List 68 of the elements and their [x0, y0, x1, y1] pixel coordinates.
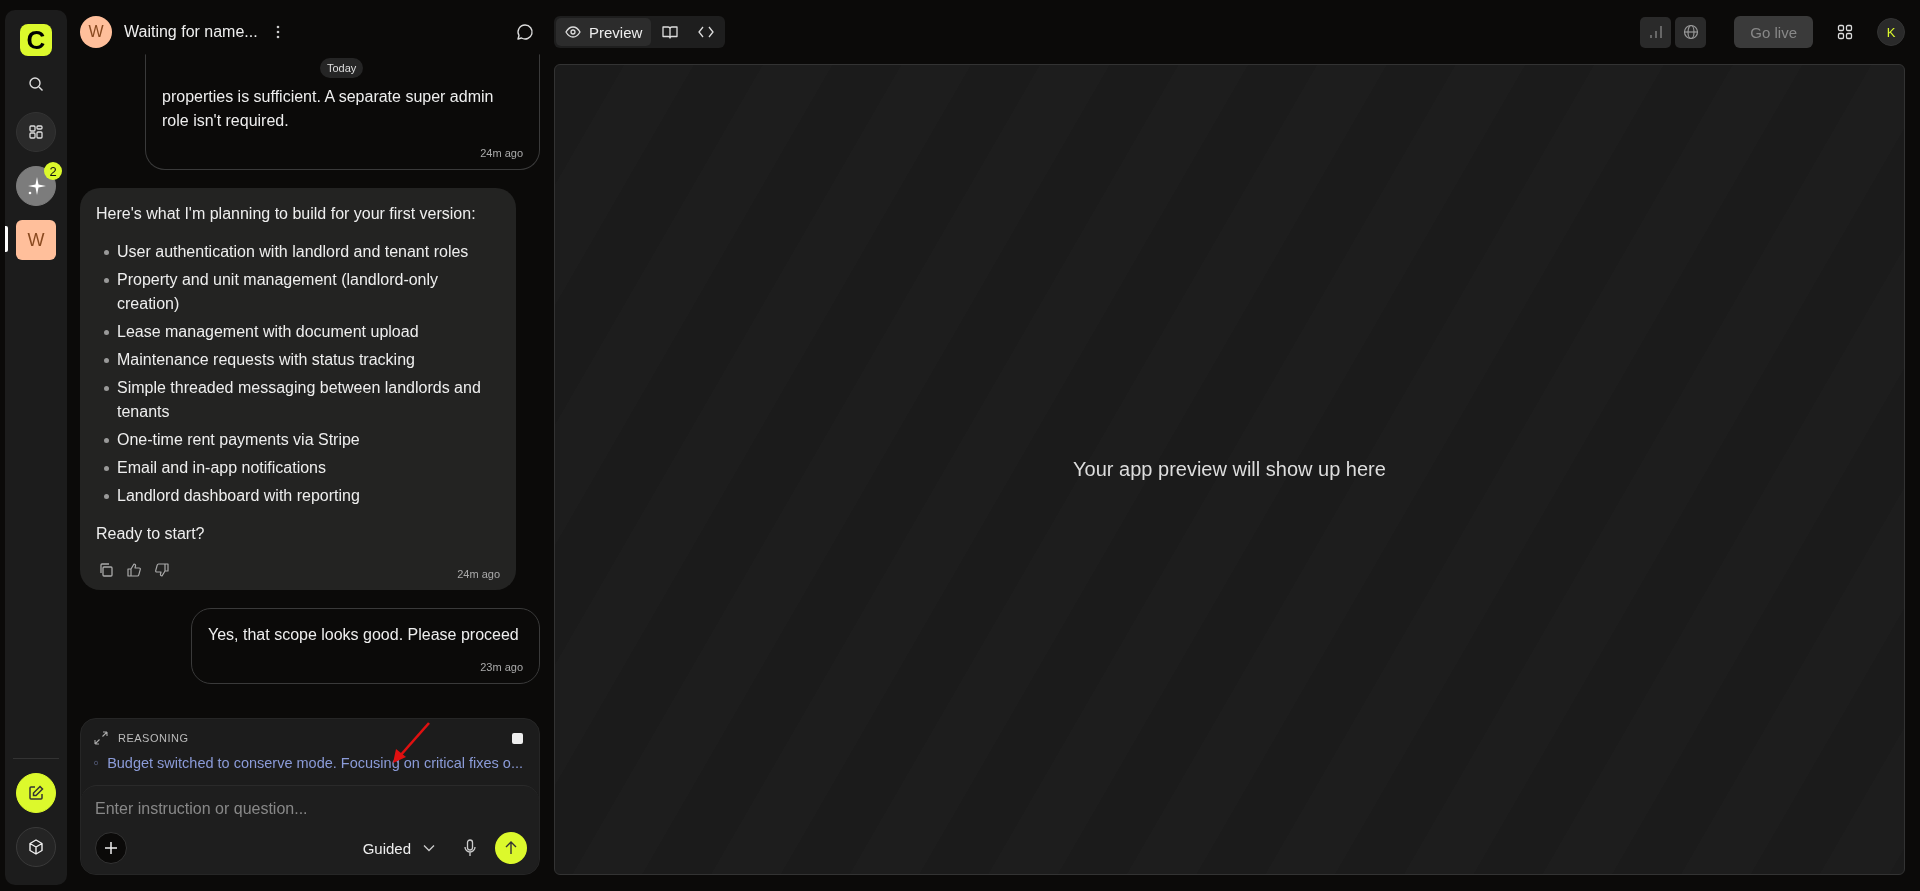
grid-icon	[28, 124, 44, 140]
stop-button[interactable]	[512, 732, 523, 744]
new-project-button[interactable]	[16, 166, 56, 206]
reasoning-label: REASONING	[118, 732, 189, 744]
bullet-icon	[104, 466, 109, 471]
kebab-icon	[275, 25, 280, 39]
list-item-text: Maintenance requests with status tracking	[117, 350, 415, 370]
thumbs-down-icon	[154, 562, 170, 578]
list-item-text: User authentication with landlord and tenant roles	[117, 242, 469, 262]
like-button[interactable]	[124, 560, 144, 580]
globe-button[interactable]	[1675, 16, 1707, 48]
app-logo[interactable]: C	[20, 24, 52, 56]
chevron-down-icon	[423, 844, 435, 852]
plus-icon	[104, 841, 118, 855]
arrow-up-icon	[504, 841, 518, 855]
bullet-icon	[104, 438, 109, 443]
bullet-icon	[104, 358, 109, 363]
message-text: Yes, that scope looks good. Please proceed	[208, 625, 520, 645]
thumbs-up-icon	[126, 562, 142, 578]
list-item-text: One-time rent payments via Stripe	[117, 430, 360, 450]
notification-badge: 2	[44, 162, 62, 180]
apps-button[interactable]	[16, 112, 56, 152]
reasoning-text: Budget switched to conserve mode. Focusing on critical fixes o...	[107, 755, 523, 771]
edit-icon	[27, 784, 45, 802]
project-avatar: W	[80, 16, 112, 48]
microphone-button[interactable]	[461, 837, 479, 859]
instruction-input[interactable]: Enter instruction or question...	[95, 798, 527, 818]
speech-bubble-icon	[516, 23, 534, 41]
list-item-text: Simple threaded messaging between landlords and tenants	[117, 378, 482, 422]
preview-placeholder-text: Your app preview will show up here	[1073, 458, 1386, 481]
cube-button[interactable]	[16, 827, 56, 867]
message-time: 24m ago	[480, 147, 523, 159]
project-title: Waiting for name...	[124, 23, 258, 41]
copy-icon	[98, 562, 114, 578]
message-text: Here's what I'm planning to build for your first version:	[96, 204, 477, 224]
edit-button[interactable]	[16, 773, 56, 813]
message-text: Ready to start?	[96, 524, 206, 544]
cube-icon	[27, 838, 45, 856]
expand-icon[interactable]	[94, 731, 108, 745]
list-item-text: Property and unit management (landlord-only creation)	[117, 270, 440, 314]
list-item-text: Landlord dashboard with reporting	[117, 486, 360, 506]
bullet-icon	[104, 330, 109, 335]
book-icon	[662, 25, 679, 39]
code-icon	[698, 26, 715, 38]
bullet-icon	[104, 278, 109, 283]
analytics-button[interactable]	[1640, 16, 1672, 48]
globe-icon	[1682, 24, 1699, 40]
user-avatar[interactable]: K	[1877, 18, 1905, 46]
eye-icon	[565, 26, 581, 38]
dislike-button[interactable]	[152, 560, 172, 580]
send-button[interactable]	[495, 832, 527, 864]
list-item-text: Email and in-app notifications	[117, 458, 326, 478]
date-badge: Today	[320, 58, 364, 78]
microphone-icon	[463, 839, 477, 857]
bullet-icon	[104, 386, 109, 391]
message-text: properties is sufficient. A separate super admin role isn't required.	[162, 87, 495, 131]
message-time: 24m ago	[457, 568, 500, 580]
list-item-text: Lease management with document upload	[117, 322, 419, 342]
mode-dropdown[interactable]: Guided	[358, 835, 447, 861]
search-icon	[28, 76, 44, 92]
message-time: 23m ago	[480, 661, 523, 673]
bullet-icon	[104, 494, 109, 499]
bar-chart-icon	[1648, 25, 1663, 39]
add-button[interactable]	[95, 832, 127, 864]
bullet-icon	[104, 250, 109, 255]
preview-tab[interactable]: Preview	[556, 18, 652, 46]
project-avatar[interactable]: W	[16, 220, 56, 260]
grid-icon	[1837, 24, 1853, 40]
